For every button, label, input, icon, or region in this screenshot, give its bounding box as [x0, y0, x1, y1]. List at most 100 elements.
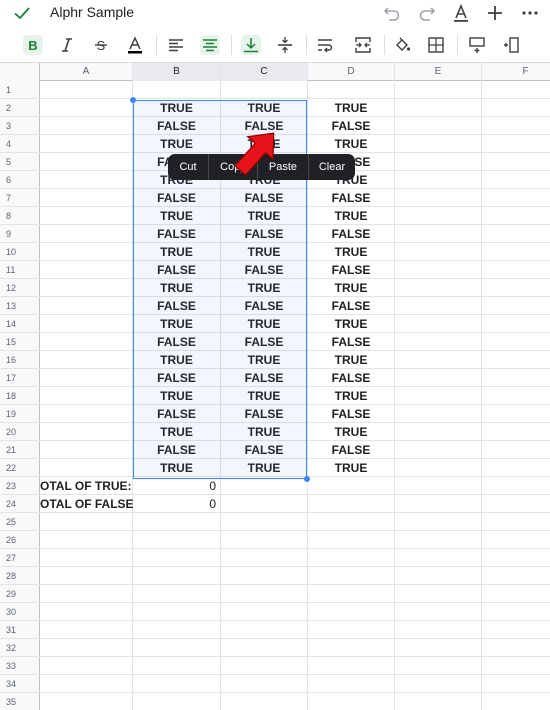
column-header-f[interactable]: F: [482, 63, 550, 81]
cell-value[interactable]: FALSE: [133, 369, 221, 387]
wrap-text-icon[interactable]: [315, 35, 335, 55]
cell[interactable]: [40, 459, 133, 477]
cell[interactable]: [395, 405, 482, 423]
cell[interactable]: [482, 99, 550, 117]
cell[interactable]: [40, 279, 133, 297]
cell[interactable]: [308, 639, 395, 657]
cell-value[interactable]: TRUE: [221, 99, 308, 117]
row-header[interactable]: 15: [0, 333, 40, 351]
cell-value[interactable]: FALSE: [308, 441, 395, 459]
row-header[interactable]: 8: [0, 207, 40, 225]
cell-value[interactable]: TRUE: [308, 459, 395, 477]
cell[interactable]: [40, 315, 133, 333]
valign-middle-icon[interactable]: [275, 35, 295, 55]
row-header[interactable]: 17: [0, 369, 40, 387]
cell[interactable]: [221, 549, 308, 567]
selection-handle-bottom[interactable]: [304, 476, 310, 482]
cell[interactable]: [221, 531, 308, 549]
cell[interactable]: [395, 603, 482, 621]
cell[interactable]: [395, 639, 482, 657]
cell-value[interactable]: FALSE: [133, 117, 221, 135]
cell[interactable]: [395, 621, 482, 639]
column-header-a[interactable]: A: [40, 63, 133, 81]
cell[interactable]: [221, 513, 308, 531]
cell-value[interactable]: FALSE: [308, 117, 395, 135]
cell-value[interactable]: TRUE: [308, 99, 395, 117]
cell[interactable]: [395, 189, 482, 207]
cell[interactable]: [395, 351, 482, 369]
cell[interactable]: [395, 441, 482, 459]
fill-color-icon[interactable]: [392, 35, 412, 55]
cell[interactable]: [221, 675, 308, 693]
cell-value[interactable]: TRUE: [308, 243, 395, 261]
cell-value[interactable]: FALSE: [308, 297, 395, 315]
cell[interactable]: [482, 297, 550, 315]
cell-value[interactable]: TRUE: [308, 315, 395, 333]
cell[interactable]: [395, 171, 482, 189]
cell[interactable]: [133, 549, 221, 567]
cell-value[interactable]: FALSE: [133, 261, 221, 279]
cell[interactable]: [133, 603, 221, 621]
selection-handle-top[interactable]: [130, 97, 136, 103]
cell[interactable]: [40, 351, 133, 369]
cell[interactable]: [40, 135, 133, 153]
cell-value[interactable]: TRUE: [221, 315, 308, 333]
cell[interactable]: [395, 675, 482, 693]
cell[interactable]: [395, 531, 482, 549]
cell-value[interactable]: TRUE: [133, 135, 221, 153]
cell[interactable]: [482, 315, 550, 333]
cell-value[interactable]: TRUE: [133, 99, 221, 117]
cell[interactable]: [221, 477, 308, 495]
cell[interactable]: [40, 189, 133, 207]
row-header[interactable]: 18: [0, 387, 40, 405]
cell[interactable]: [40, 261, 133, 279]
cell-value[interactable]: TRUE: [308, 207, 395, 225]
cell[interactable]: [308, 513, 395, 531]
cell[interactable]: [395, 315, 482, 333]
insert-column-icon[interactable]: [502, 35, 522, 55]
cell-value[interactable]: TRUE: [221, 207, 308, 225]
cell[interactable]: [395, 99, 482, 117]
cell[interactable]: [221, 603, 308, 621]
cell[interactable]: [482, 603, 550, 621]
cell[interactable]: [40, 297, 133, 315]
cell[interactable]: [395, 585, 482, 603]
cell[interactable]: [221, 495, 308, 513]
cell[interactable]: [482, 189, 550, 207]
cell[interactable]: [133, 621, 221, 639]
cell[interactable]: [40, 81, 133, 99]
cell-value[interactable]: FALSE: [308, 225, 395, 243]
select-all-corner[interactable]: [0, 63, 40, 81]
cell[interactable]: [482, 405, 550, 423]
cell[interactable]: [133, 513, 221, 531]
cell[interactable]: [221, 693, 308, 710]
row-header[interactable]: 20: [0, 423, 40, 441]
cell[interactable]: [482, 333, 550, 351]
cell[interactable]: [395, 657, 482, 675]
cell[interactable]: [133, 657, 221, 675]
row-header[interactable]: 33: [0, 657, 40, 675]
cell[interactable]: [482, 639, 550, 657]
cell[interactable]: [482, 423, 550, 441]
cell[interactable]: [40, 567, 133, 585]
cell-value[interactable]: FALSE: [308, 333, 395, 351]
cell[interactable]: [133, 693, 221, 710]
cell[interactable]: [482, 585, 550, 603]
cell[interactable]: [395, 459, 482, 477]
cell[interactable]: [40, 405, 133, 423]
cell[interactable]: [40, 585, 133, 603]
cell-value[interactable]: TRUE: [308, 135, 395, 153]
cell[interactable]: [308, 603, 395, 621]
cell[interactable]: [482, 387, 550, 405]
total-false-label[interactable]: OTAL OF FALSE: [40, 495, 134, 513]
cell-value[interactable]: TRUE: [133, 459, 221, 477]
cell[interactable]: [482, 81, 550, 99]
cell[interactable]: [482, 171, 550, 189]
cell-value[interactable]: FALSE: [221, 369, 308, 387]
total-true-label[interactable]: OTAL OF TRUE:: [40, 477, 133, 495]
cell[interactable]: [40, 333, 133, 351]
cell[interactable]: [482, 261, 550, 279]
row-header[interactable]: 24: [0, 495, 40, 513]
clear-menu-item[interactable]: Clear: [309, 154, 355, 180]
cell-value[interactable]: FALSE: [308, 405, 395, 423]
